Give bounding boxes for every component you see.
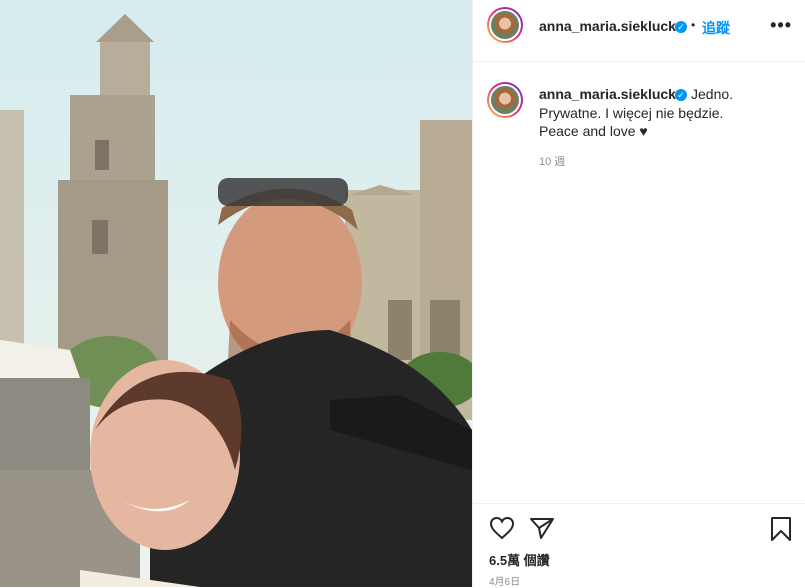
bookmark-icon-svg [771,517,791,541]
post-time-ago[interactable]: 10 週 [539,153,565,169]
heart-icon-svg [489,516,515,540]
post-date: 4月6日 [489,577,521,588]
paper-plane-icon-svg [530,518,554,539]
header-separator: • [691,18,696,32]
post-sidebar: anna_maria.sieklucka ✓ • 追蹤 ••• anna_mar… [472,0,805,588]
selfie-image [0,0,472,587]
caption-line-3: Peace and love ♥ [539,123,648,139]
like-count[interactable]: 6.5萬 個讚 [489,550,550,569]
post-photo[interactable] [0,0,472,587]
heart-icon[interactable] [489,516,515,545]
avatar[interactable] [487,7,523,43]
action-bar: 6.5萬 個讚 4月6日 [473,503,805,588]
caption-avatar[interactable] [487,82,523,118]
caption-line-2: Prywatne. I więcej nie będzie. [539,105,724,121]
post-header: anna_maria.sieklucka ✓ • 追蹤 ••• [473,0,805,62]
caption-username[interactable]: anna_maria.sieklucka [539,86,684,102]
caption-avatar-image [489,84,521,116]
avatar-image [489,9,521,41]
caption-verified-badge-icon: ✓ [675,89,687,101]
caption-text: Prywatne. I więcej nie będzie. Peace and… [539,104,789,140]
verified-badge-icon: ✓ [675,21,687,33]
paper-plane-icon[interactable] [529,516,555,545]
more-options-icon[interactable]: ••• [770,15,792,36]
follow-button[interactable]: 追蹤 [702,18,730,38]
bookmark-icon[interactable] [769,516,793,547]
header-username[interactable]: anna_maria.sieklucka [539,18,684,34]
caption-line-1: Jedno. [691,86,734,102]
